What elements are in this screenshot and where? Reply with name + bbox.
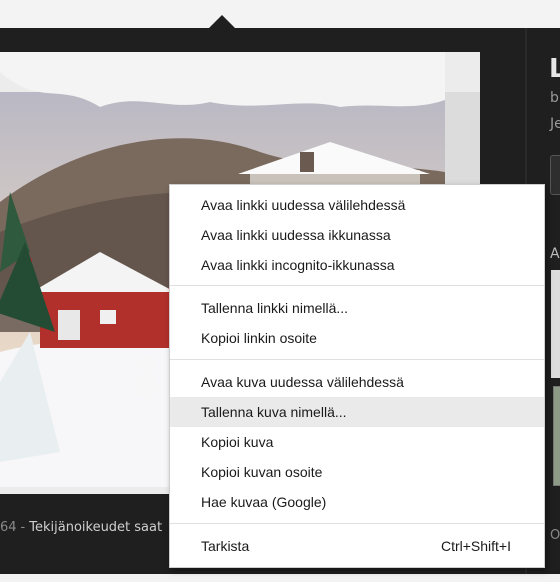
image-caption: 64- Tekijänoikeudet saat — [0, 520, 162, 535]
menu-inspect[interactable]: Tarkista Ctrl+Shift+I — [170, 531, 544, 561]
menu-search-image-google[interactable]: Hae kuvaa (Google) — [170, 487, 544, 517]
menu-item-label: Kopioi kuvan osoite — [201, 464, 323, 480]
menu-item-label: Hae kuvaa (Google) — [201, 494, 327, 510]
menu-save-image-as[interactable]: Tallenna kuva nimellä... — [170, 397, 544, 427]
side-thumbnail[interactable] — [553, 386, 560, 486]
menu-item-label: Avaa linkki uudessa välilehdessä — [201, 197, 406, 213]
menu-item-label: Tarkista — [201, 538, 250, 554]
caption-separator: - — [20, 520, 26, 535]
menu-open-link-incognito[interactable]: Avaa linkki incognito-ikkunassa — [170, 250, 544, 280]
menu-item-label: Avaa linkki uudessa ikkunassa — [201, 227, 391, 243]
menu-item-label: Tallenna linkki nimellä... — [201, 300, 349, 316]
side-title: L — [549, 54, 560, 84]
context-menu: Avaa linkki uudessa välilehdessä Avaa li… — [169, 184, 545, 568]
menu-item-label: Kopioi kuva — [201, 434, 274, 450]
menu-copy-image[interactable]: Kopioi kuva — [170, 427, 544, 457]
caption-number: 64 — [0, 520, 17, 535]
side-thumbnail[interactable] — [551, 270, 560, 378]
popup-caret — [209, 15, 235, 28]
menu-separator — [170, 359, 544, 360]
side-meta: Je — [550, 116, 560, 132]
menu-item-label: Kopioi linkin osoite — [201, 330, 317, 346]
menu-open-link-new-tab[interactable]: Avaa linkki uudessa välilehdessä — [170, 190, 544, 220]
side-footer-label: O — [550, 528, 560, 543]
menu-copy-image-address[interactable]: Kopioi kuvan osoite — [170, 457, 544, 487]
menu-item-label: Avaa kuva uudessa välilehdessä — [201, 374, 404, 390]
menu-item-label: Avaa linkki incognito-ikkunassa — [201, 257, 395, 273]
menu-item-label: Tallenna kuva nimellä... — [201, 404, 347, 420]
side-subtitle: b — [550, 90, 559, 106]
top-bar — [0, 0, 560, 28]
bottom-strip — [0, 574, 560, 582]
menu-separator — [170, 285, 544, 286]
menu-separator — [170, 523, 544, 524]
side-section-label: A — [550, 246, 560, 262]
menu-copy-link-address[interactable]: Kopioi linkin osoite — [170, 323, 544, 353]
side-button[interactable] — [550, 155, 560, 195]
menu-item-shortcut: Ctrl+Shift+I — [440, 538, 511, 554]
menu-save-link-as[interactable]: Tallenna linkki nimellä... — [170, 293, 544, 323]
menu-open-image-new-tab[interactable]: Avaa kuva uudessa välilehdessä — [170, 367, 544, 397]
menu-open-link-new-window[interactable]: Avaa linkki uudessa ikkunassa — [170, 220, 544, 250]
caption-text: Tekijänoikeudet saat — [29, 520, 163, 535]
